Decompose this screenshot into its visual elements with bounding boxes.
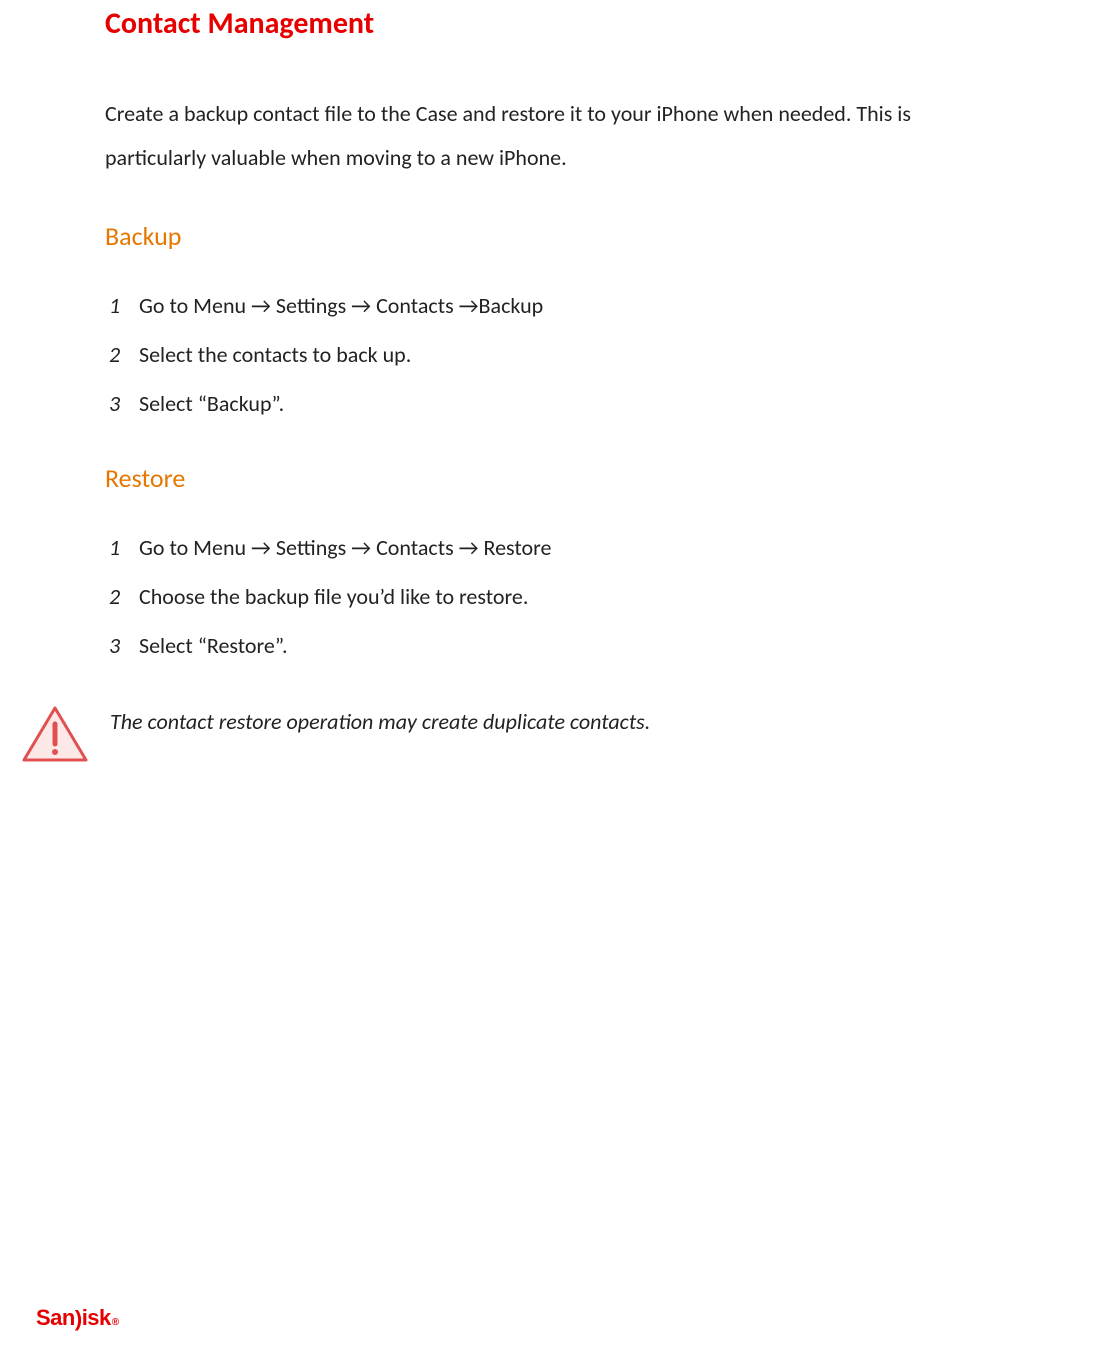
footer: San)isk® (36, 1304, 119, 1331)
step-number: 2 (109, 341, 139, 368)
list-item: 1Go to Menu → Settings → Contacts → Rest… (109, 534, 1015, 561)
step-text: Go to Menu → Settings → Contacts →Backup (139, 292, 1015, 319)
section-backup-heading: Backup (105, 220, 1015, 252)
sandisk-logo: San)isk® (36, 1305, 119, 1331)
step-number: 2 (109, 583, 139, 610)
step-number: 1 (109, 534, 139, 561)
step-number: 3 (109, 632, 139, 659)
step-text: Choose the backup file you’d like to res… (139, 583, 1015, 610)
restore-steps-list: 1Go to Menu → Settings → Contacts → Rest… (109, 534, 1015, 659)
list-item: 2Select the contacts to back up. (109, 341, 1015, 368)
step-text: Go to Menu → Settings → Contacts → Resto… (139, 534, 1015, 561)
step-text: Select the contacts to back up. (139, 341, 1015, 368)
intro-paragraph: Create a backup contact file to the Case… (105, 92, 1015, 180)
warning-callout: The contact restore operation may create… (20, 704, 1015, 764)
warning-text: The contact restore operation may create… (110, 708, 650, 735)
step-text: Select “Restore”. (139, 632, 1015, 659)
list-item: 2Choose the backup file you’d like to re… (109, 583, 1015, 610)
list-item: 1Go to Menu → Settings → Contacts →Backu… (109, 292, 1015, 319)
backup-steps-list: 1Go to Menu → Settings → Contacts →Backu… (109, 292, 1015, 417)
step-text: Select “Backup”. (139, 390, 1015, 417)
step-number: 1 (109, 292, 139, 319)
list-item: 3Select “Backup”. (109, 390, 1015, 417)
list-item: 3Select “Restore”. (109, 632, 1015, 659)
section-restore-heading: Restore (105, 462, 1015, 494)
step-number: 3 (109, 390, 139, 417)
warning-icon (20, 704, 90, 764)
page-title: Contact Management (105, 0, 1015, 42)
